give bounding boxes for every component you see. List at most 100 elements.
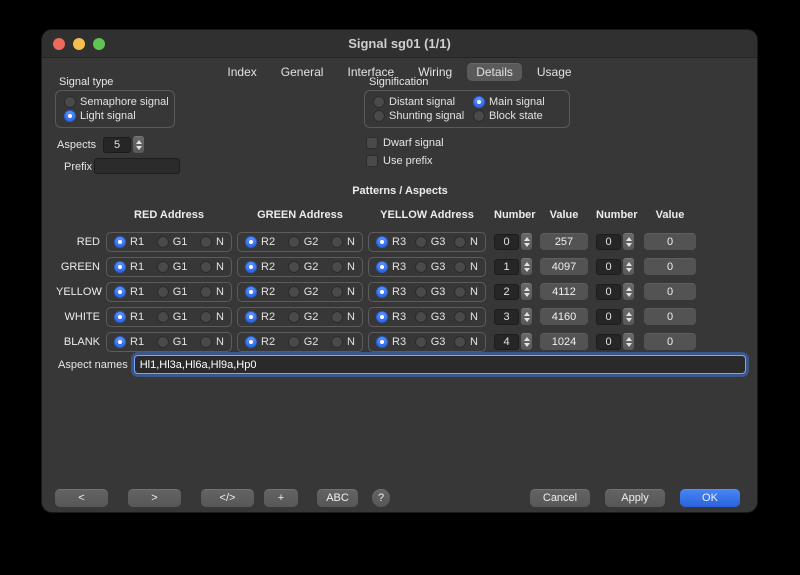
radio-r1[interactable]: R1 — [114, 311, 144, 323]
tab-index[interactable]: Index — [218, 63, 265, 81]
radio-n[interactable]: N — [331, 311, 355, 323]
prefix-input[interactable] — [94, 158, 180, 174]
radio-g2[interactable]: G2 — [288, 311, 319, 323]
radio-n[interactable]: N — [200, 311, 224, 323]
value-field-2[interactable]: 0 — [644, 333, 696, 350]
radio-g2[interactable]: G2 — [288, 336, 319, 348]
radio-r3[interactable]: R3 — [376, 311, 406, 323]
radio-g1[interactable]: G1 — [157, 236, 188, 248]
dwarf-signal-checkbox[interactable]: Dwarf signal — [366, 137, 444, 149]
radio-n[interactable]: N — [331, 261, 355, 273]
radio-r1[interactable]: R1 — [114, 286, 144, 298]
radio-r1[interactable]: R1 — [114, 336, 144, 348]
radio-n[interactable]: N — [454, 286, 478, 298]
radio-g2[interactable]: G2 — [288, 261, 319, 273]
apply-button[interactable]: Apply — [605, 489, 665, 507]
number-stepper-1[interactable]: 1 — [494, 258, 532, 275]
close-button[interactable] — [53, 38, 65, 50]
value-field-2[interactable]: 0 — [644, 283, 696, 300]
radio-r2[interactable]: R2 — [245, 336, 275, 348]
stepper-icon[interactable] — [623, 283, 634, 300]
number-stepper-2[interactable]: 0 — [596, 283, 634, 300]
radio-n[interactable]: N — [200, 286, 224, 298]
radio-n[interactable]: N — [454, 236, 478, 248]
radio-r3[interactable]: R3 — [376, 261, 406, 273]
value-field-1[interactable]: 4112 — [540, 283, 588, 300]
tab-usage[interactable]: Usage — [528, 63, 581, 81]
radio-g2[interactable]: G2 — [288, 236, 319, 248]
next-button[interactable]: > — [128, 489, 181, 507]
radio-n[interactable]: N — [331, 286, 355, 298]
radio-n[interactable]: N — [454, 261, 478, 273]
radio-r2[interactable]: R2 — [245, 311, 275, 323]
aspects-stepper[interactable]: 5 — [103, 136, 144, 153]
radio-semaphore-signal[interactable]: Semaphore signal — [64, 96, 166, 108]
radio-r2[interactable]: R2 — [245, 286, 275, 298]
stepper-icon[interactable] — [521, 333, 532, 350]
stepper-icon[interactable] — [133, 136, 144, 153]
value-field-1[interactable]: 4160 — [540, 308, 588, 325]
value-field-2[interactable]: 0 — [644, 258, 696, 275]
radio-r2[interactable]: R2 — [245, 261, 275, 273]
radio-g1[interactable]: G1 — [157, 261, 188, 273]
number-stepper-1[interactable]: 3 — [494, 308, 532, 325]
cancel-button[interactable]: Cancel — [530, 489, 590, 507]
radio-r3[interactable]: R3 — [376, 286, 406, 298]
radio-n[interactable]: N — [200, 336, 224, 348]
radio-n[interactable]: N — [331, 236, 355, 248]
radio-g1[interactable]: G1 — [157, 336, 188, 348]
radio-shunting-signal[interactable]: Shunting signal — [373, 110, 465, 122]
code-button[interactable]: </> — [201, 489, 254, 507]
stepper-icon[interactable] — [623, 308, 634, 325]
radio-r2[interactable]: R2 — [245, 236, 275, 248]
radio-n[interactable]: N — [331, 336, 355, 348]
use-prefix-checkbox[interactable]: Use prefix — [366, 155, 433, 167]
stepper-icon[interactable] — [521, 308, 532, 325]
number-stepper-2[interactable]: 0 — [596, 258, 634, 275]
radio-g3[interactable]: G3 — [415, 236, 446, 248]
radio-r1[interactable]: R1 — [114, 236, 144, 248]
radio-g3[interactable]: G3 — [415, 286, 446, 298]
help-button[interactable]: ? — [372, 489, 390, 507]
radio-block-state[interactable]: Block state — [473, 110, 545, 122]
aspect-names-input[interactable] — [134, 355, 746, 374]
stepper-icon[interactable] — [623, 258, 634, 275]
abc-button[interactable]: ABC — [317, 489, 358, 507]
number-stepper-1[interactable]: 4 — [494, 333, 532, 350]
minimize-button[interactable] — [73, 38, 85, 50]
zoom-button[interactable] — [93, 38, 105, 50]
radio-g3[interactable]: G3 — [415, 336, 446, 348]
radio-g3[interactable]: G3 — [415, 311, 446, 323]
value-field-1[interactable]: 4097 — [540, 258, 588, 275]
radio-main-signal[interactable]: Main signal — [473, 96, 545, 108]
add-button[interactable]: + — [264, 489, 298, 507]
radio-g1[interactable]: G1 — [157, 311, 188, 323]
number-stepper-2[interactable]: 0 — [596, 308, 634, 325]
number-stepper-2[interactable]: 0 — [596, 333, 634, 350]
radio-n[interactable]: N — [200, 236, 224, 248]
radio-light-signal[interactable]: Light signal — [64, 110, 166, 122]
radio-g1[interactable]: G1 — [157, 286, 188, 298]
radio-r3[interactable]: R3 — [376, 336, 406, 348]
radio-r3[interactable]: R3 — [376, 236, 406, 248]
stepper-icon[interactable] — [623, 233, 634, 250]
number-stepper-1[interactable]: 0 — [494, 233, 532, 250]
radio-n[interactable]: N — [454, 311, 478, 323]
stepper-icon[interactable] — [521, 233, 532, 250]
stepper-icon[interactable] — [521, 258, 532, 275]
tab-details[interactable]: Details — [467, 63, 522, 81]
value-field-1[interactable]: 1024 — [540, 333, 588, 350]
radio-distant-signal[interactable]: Distant signal — [373, 96, 465, 108]
tab-general[interactable]: General — [272, 63, 333, 81]
ok-button[interactable]: OK — [680, 489, 740, 507]
value-field-1[interactable]: 257 — [540, 233, 588, 250]
radio-g2[interactable]: G2 — [288, 286, 319, 298]
value-field-2[interactable]: 0 — [644, 308, 696, 325]
number-stepper-2[interactable]: 0 — [596, 233, 634, 250]
radio-r1[interactable]: R1 — [114, 261, 144, 273]
radio-n[interactable]: N — [454, 336, 478, 348]
value-field-2[interactable]: 0 — [644, 233, 696, 250]
stepper-icon[interactable] — [623, 333, 634, 350]
radio-g3[interactable]: G3 — [415, 261, 446, 273]
radio-n[interactable]: N — [200, 261, 224, 273]
